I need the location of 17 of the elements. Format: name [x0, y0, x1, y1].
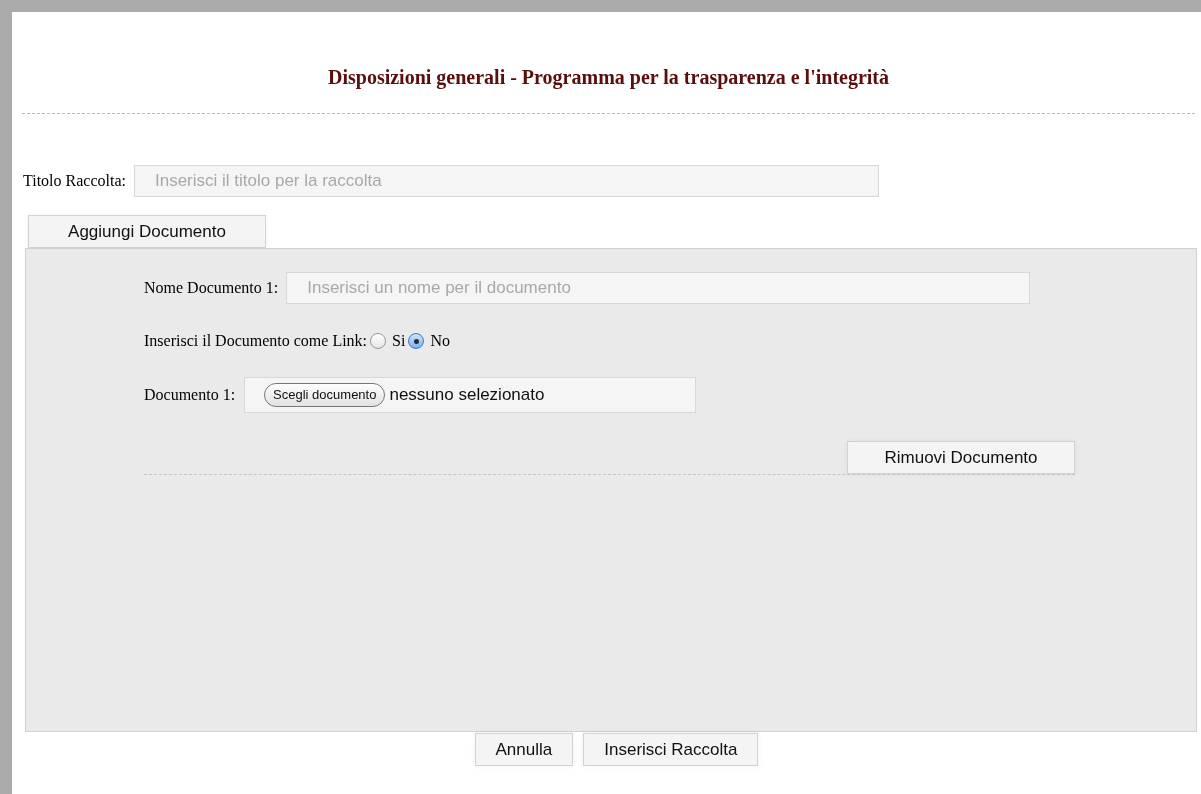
- choose-file-button[interactable]: Scegli documento: [264, 383, 386, 407]
- file-status: nessuno selezionato: [389, 384, 545, 407]
- radio-button[interactable]: [370, 333, 387, 349]
- field-label: Inserisci il Documento come Link:: [144, 331, 368, 351]
- radio-label: No: [430, 331, 450, 351]
- input-field[interactable]: Inserisci il titolo per la raccolta: [133, 165, 879, 197]
- field-label: Documento 1:: [144, 385, 236, 405]
- field-label: Titolo Raccolta:: [23, 171, 126, 191]
- add-document-button[interactable]: Aggiungi Documento: [28, 215, 266, 248]
- radio-label: Si: [392, 331, 406, 351]
- footer-button[interactable]: Annulla: [474, 733, 574, 766]
- radio-button[interactable]: [408, 333, 425, 349]
- footer-button[interactable]: Inserisci Raccolta: [583, 733, 759, 766]
- field-label: Nome Documento 1:: [144, 278, 279, 298]
- input-field[interactable]: Inserisci un nome per il documento: [286, 272, 1031, 304]
- dialog-title: Disposizioni generali - Programma per la trasparenza e l'integrità: [327, 65, 890, 91]
- remove-document-button[interactable]: Rimuovi Documento: [847, 441, 1075, 474]
